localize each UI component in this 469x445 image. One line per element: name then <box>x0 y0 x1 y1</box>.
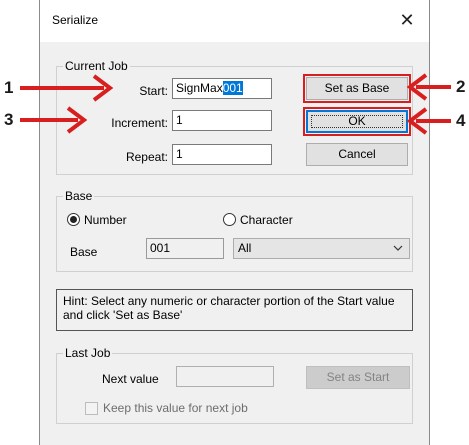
arrow-1 <box>20 74 114 102</box>
set-as-base-highlight <box>303 74 411 103</box>
arrow-3 <box>20 106 88 134</box>
arrow-4 <box>406 107 451 135</box>
ok-highlight <box>303 107 411 136</box>
arrow-2 <box>406 73 451 101</box>
callout-number-1: 1 <box>4 78 14 97</box>
callout-number-3: 3 <box>4 110 14 129</box>
callout-arrows <box>20 73 451 136</box>
callout-number-4: 4 <box>456 111 466 130</box>
callout-number-2: 2 <box>456 77 466 96</box>
